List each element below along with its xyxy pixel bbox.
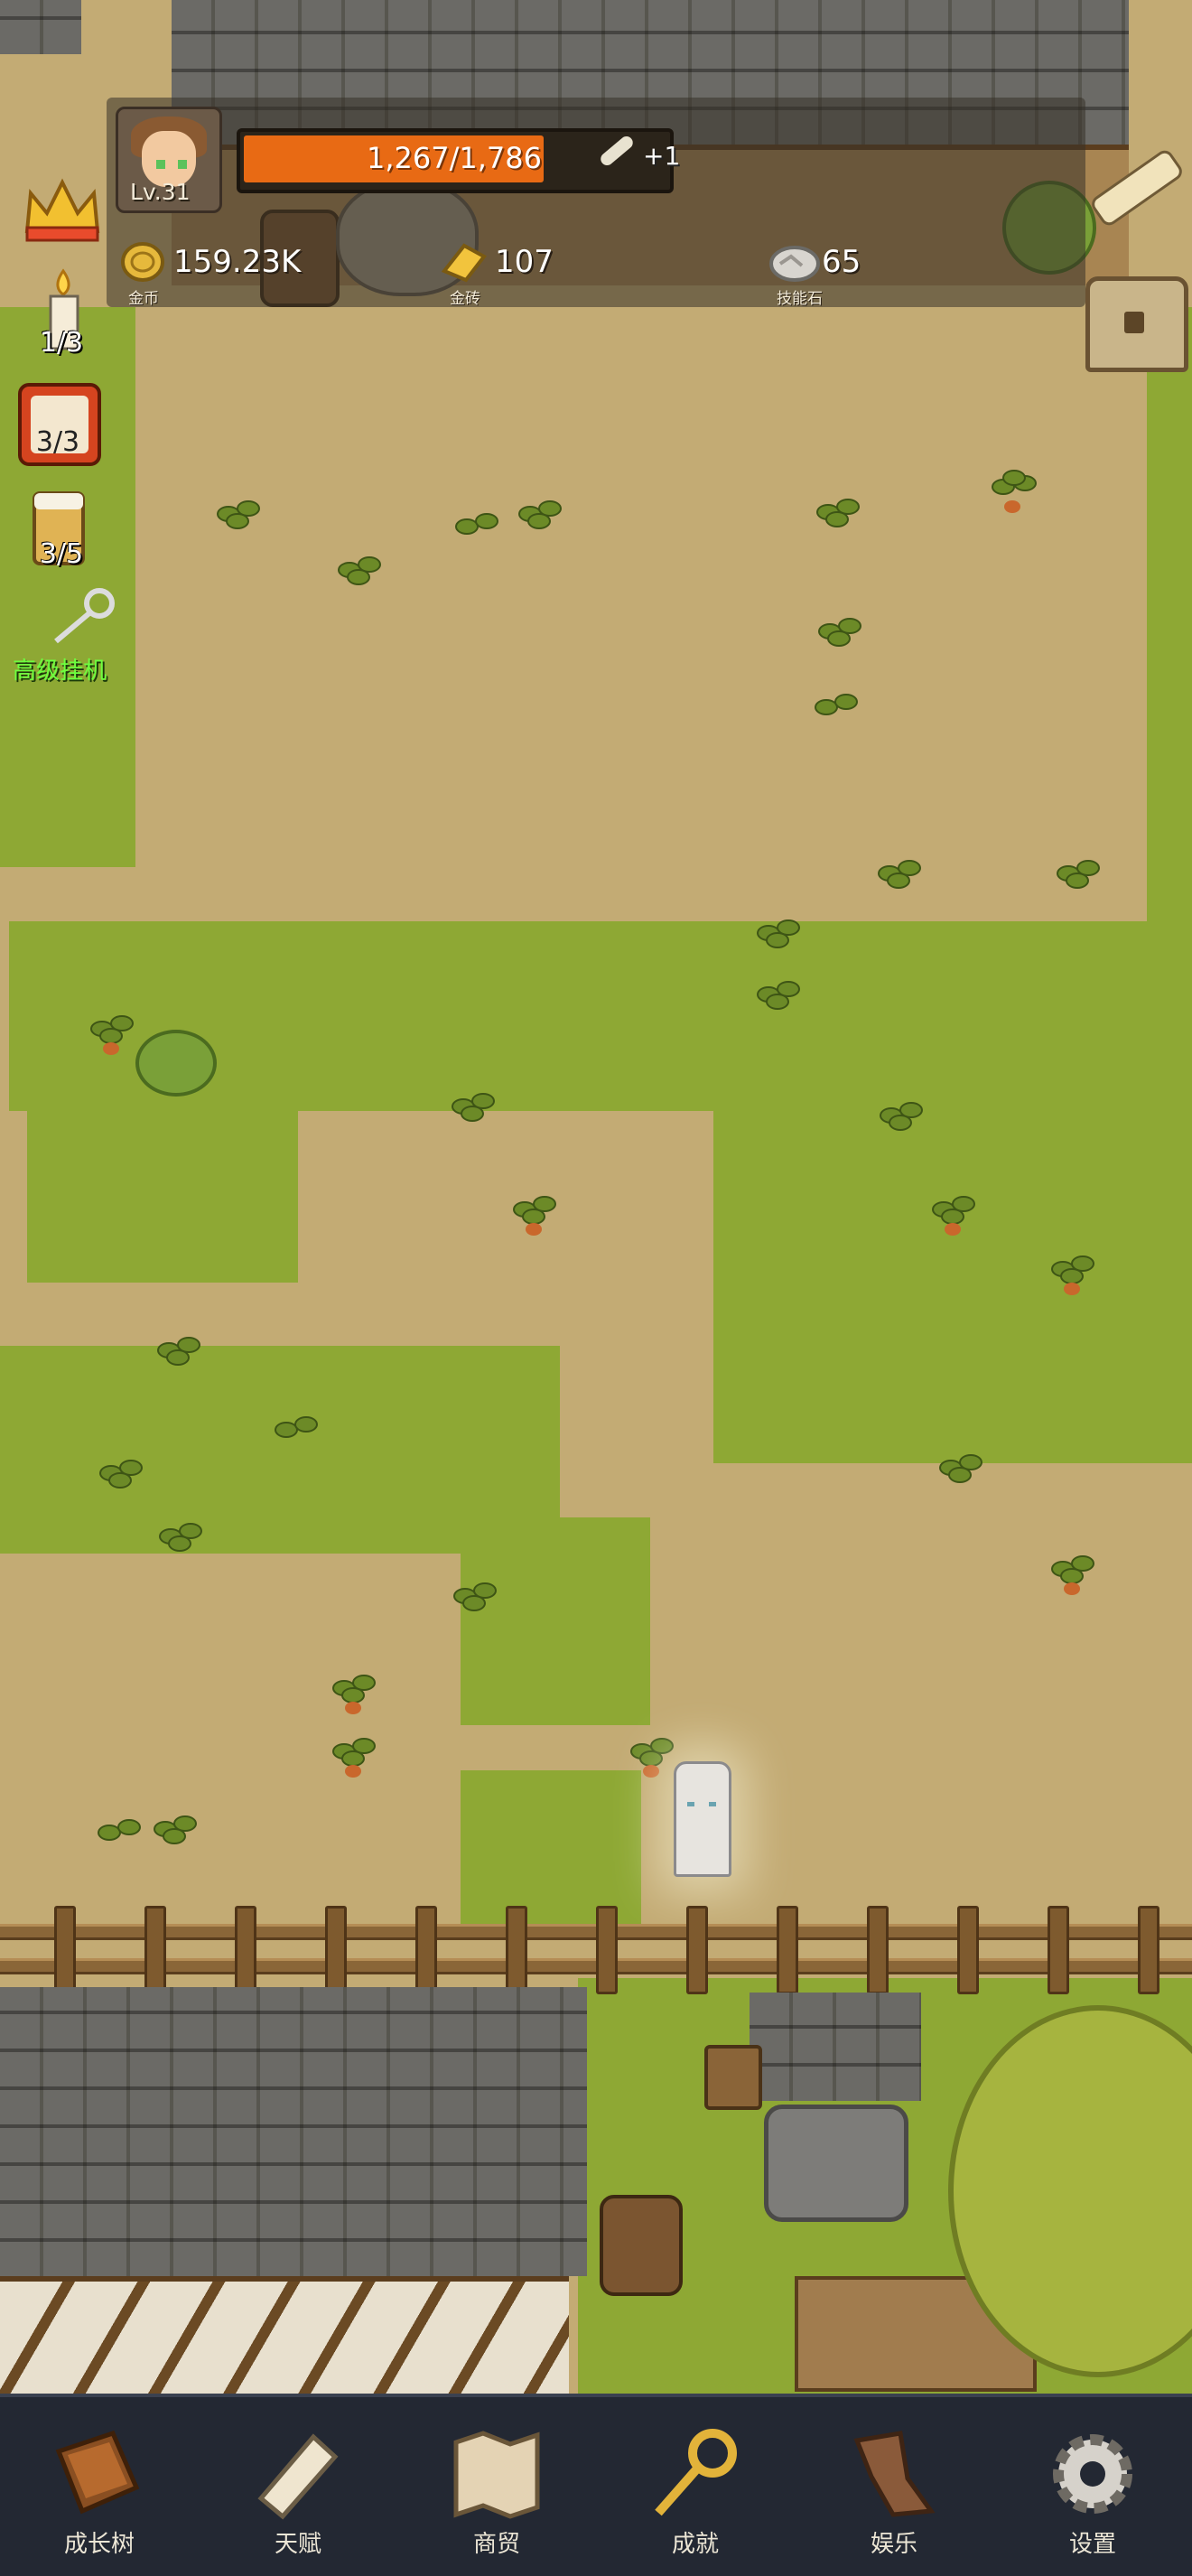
crop[interactable]	[150, 1812, 199, 1857]
crop[interactable]	[988, 470, 1037, 515]
nav-trade[interactable]: 商贸	[397, 2397, 596, 2576]
scroll-icon	[257, 2433, 339, 2520]
chest-lock-icon	[1124, 312, 1144, 333]
crop[interactable]	[1048, 1552, 1096, 1597]
crop[interactable]	[627, 1734, 675, 1779]
nav-talent[interactable]: 天赋	[199, 2397, 397, 2576]
barrel	[600, 2195, 683, 2296]
nav-entertainment-label: 娱乐	[870, 2531, 917, 2558]
top-left-roof	[0, 0, 81, 54]
grass-top-right	[1147, 307, 1192, 939]
house-wall	[0, 2276, 569, 2394]
avatar-eye	[156, 160, 165, 169]
crop[interactable]	[876, 1098, 925, 1143]
currency-gold-brick[interactable]: 107 金砖	[441, 222, 712, 308]
crop[interactable]	[450, 1579, 498, 1624]
nav-achievement[interactable]: 成就	[596, 2397, 795, 2576]
currency-gold[interactable]: 159.23K 金币	[119, 222, 417, 308]
crop[interactable]	[509, 1192, 558, 1237]
xp-bonus: +1	[643, 141, 681, 171]
advanced-idle-label: 高级挂机	[13, 658, 107, 685]
well-roof	[750, 1993, 921, 2101]
crop[interactable]	[936, 1451, 984, 1496]
crown-icon	[24, 178, 100, 242]
cabbage[interactable]	[135, 1030, 217, 1097]
ghost-eye-icon	[709, 1802, 716, 1806]
dice-count: 3/3	[35, 426, 80, 458]
wooden-fence	[0, 1906, 1192, 1994]
gold-value: 159.23K	[173, 244, 302, 280]
nav-growth-tree-label: 成长树	[63, 2531, 135, 2558]
ghost-character[interactable]	[674, 1761, 731, 1877]
grass-left-block	[27, 1102, 298, 1283]
crop[interactable]	[811, 686, 860, 732]
crop[interactable]	[452, 506, 500, 551]
crop[interactable]	[928, 1192, 977, 1237]
nav-achievement-label: 成就	[671, 2531, 719, 2558]
gold-brick-label: 金砖	[450, 290, 480, 308]
player-level: Lv.31	[130, 179, 191, 205]
grass-right-block	[713, 1102, 1192, 1463]
crop[interactable]	[1048, 1252, 1096, 1297]
water-bucket[interactable]	[704, 2045, 762, 2110]
house-roof	[0, 1987, 587, 2276]
candle-button[interactable]: 1/3	[16, 267, 107, 367]
candle-count: 1/3	[39, 327, 84, 359]
gold-label: 金币	[128, 290, 159, 308]
crop[interactable]	[815, 614, 863, 659]
crop[interactable]	[334, 553, 383, 598]
crop[interactable]	[96, 1456, 144, 1501]
bottom-nav: 成长树 天赋 商贸 成就 娱乐 设置	[0, 2394, 1192, 2576]
key-icon	[54, 588, 115, 644]
gold-coin-icon	[119, 240, 166, 282]
crop[interactable]	[874, 856, 923, 901]
crown-button[interactable]	[16, 177, 107, 249]
crop[interactable]	[753, 916, 802, 961]
crop[interactable]	[329, 1734, 377, 1779]
currency-skill-stone[interactable]: 65 技能石	[768, 222, 993, 308]
nav-trade-label: 商贸	[472, 2531, 520, 2558]
crop[interactable]	[329, 1671, 377, 1716]
crop[interactable]	[271, 1409, 320, 1454]
crop[interactable]	[154, 1333, 202, 1378]
map-icon	[453, 2431, 540, 2519]
skill-stone-value: 65	[822, 244, 861, 280]
crop[interactable]	[515, 497, 563, 542]
crop[interactable]	[155, 1519, 204, 1564]
crop[interactable]	[94, 1815, 143, 1861]
game-scene[interactable]	[0, 0, 1192, 2394]
crop[interactable]	[1053, 856, 1102, 901]
crop[interactable]	[813, 495, 861, 540]
crop[interactable]	[87, 1012, 135, 1057]
nav-talent-label: 天赋	[274, 2531, 321, 2558]
nav-growth-tree[interactable]: 成长树	[0, 2397, 199, 2576]
gear-icon	[1053, 2434, 1132, 2514]
nav-settings[interactable]: 设置	[993, 2397, 1192, 2576]
ghost-eye-icon	[687, 1802, 694, 1806]
crop[interactable]	[448, 1089, 497, 1134]
cloth-icon	[853, 2431, 936, 2517]
skill-stone-icon	[768, 240, 820, 282]
treasure-chest[interactable]	[1085, 276, 1188, 372]
skill-stone-label: 技能石	[777, 290, 823, 308]
nav-settings-label: 设置	[1068, 2531, 1116, 2558]
crop[interactable]	[753, 977, 802, 1022]
crop[interactable]	[213, 497, 262, 542]
dice-button[interactable]: 3/3	[16, 381, 107, 471]
beer-count: 3/5	[39, 538, 84, 570]
nav-entertainment[interactable]: 娱乐	[795, 2397, 993, 2576]
gold-brick-icon	[441, 240, 488, 283]
beer-button[interactable]: 3/5	[16, 486, 107, 576]
book-icon	[55, 2430, 140, 2515]
gold-brick-value: 107	[495, 244, 554, 280]
stone-well[interactable]	[764, 2105, 908, 2222]
avatar-eye	[178, 160, 187, 169]
key-icon	[655, 2429, 737, 2516]
